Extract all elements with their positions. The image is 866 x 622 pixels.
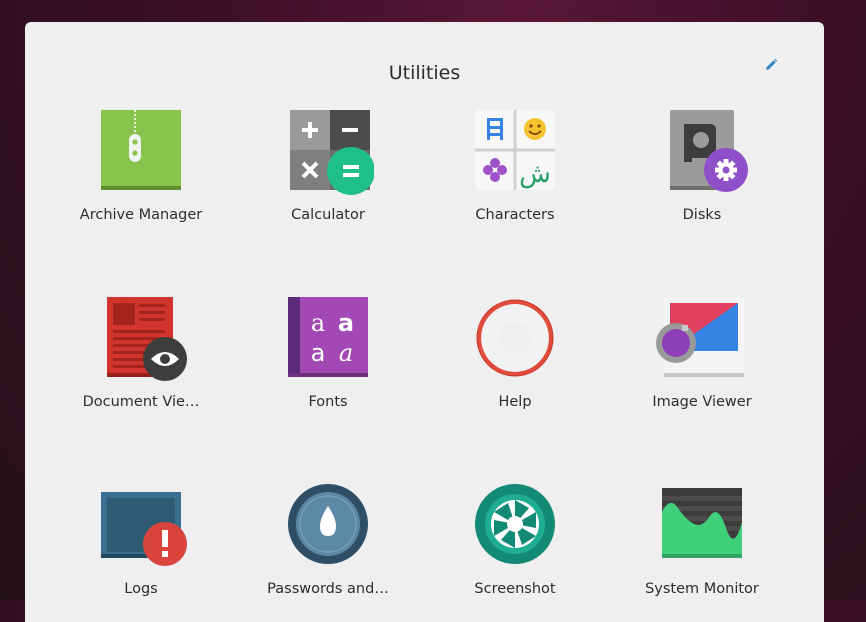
fonts-icon: a a a a — [288, 297, 368, 377]
app-label: Document Vie… — [82, 394, 200, 410]
app-archive-manager[interactable]: Archive Manager — [53, 108, 229, 248]
app-label: Fonts — [308, 394, 348, 410]
app-logs[interactable]: Logs — [53, 482, 229, 622]
app-system-monitor[interactable]: System Monitor — [614, 482, 790, 622]
app-folder-dialog: Utilities Archive Manager Calculator ش C… — [25, 22, 824, 622]
characters-icon: ش — [475, 110, 555, 190]
svg-text:a: a — [311, 309, 325, 337]
disks-icon — [670, 110, 748, 192]
help-lifebuoy-icon — [476, 299, 554, 377]
rename-folder-button[interactable] — [760, 54, 782, 76]
app-label: Calculator — [291, 207, 365, 223]
image-viewer-icon — [656, 297, 744, 377]
app-characters[interactable]: ش Characters — [427, 108, 603, 248]
app-label: Characters — [475, 207, 555, 223]
app-fonts[interactable]: a a a a Fonts — [240, 295, 416, 435]
characters-glyph: ش — [519, 159, 551, 189]
app-calculator[interactable]: Calculator — [240, 108, 416, 248]
calculator-icon — [290, 110, 374, 195]
app-passwords-and-keys[interactable]: Passwords and… — [240, 482, 416, 622]
app-label: Logs — [124, 581, 158, 597]
document-viewer-icon — [107, 297, 187, 381]
passwords-and-keys-icon — [288, 484, 368, 564]
system-monitor-icon — [662, 488, 742, 558]
app-image-viewer[interactable]: Image Viewer — [614, 295, 790, 435]
app-help[interactable]: Help — [427, 295, 603, 435]
screenshot-camera-shutter-icon — [475, 484, 555, 564]
app-disks[interactable]: Disks — [614, 108, 790, 248]
app-label: Archive Manager — [79, 207, 203, 223]
svg-text:a: a — [339, 339, 353, 367]
app-label: Screenshot — [474, 581, 556, 597]
app-label: Disks — [682, 207, 722, 223]
app-label: System Monitor — [645, 581, 759, 597]
app-label: Passwords and… — [267, 581, 389, 597]
app-label: Help — [498, 394, 532, 410]
pencil-icon — [766, 58, 778, 70]
folder-title: Utilities — [388, 62, 461, 84]
svg-text:a: a — [311, 339, 326, 367]
logs-icon — [101, 492, 187, 566]
app-screenshot[interactable]: Screenshot — [427, 482, 603, 622]
svg-text:a: a — [338, 309, 354, 337]
archive-manager-icon — [101, 110, 181, 190]
app-document-viewer[interactable]: Document Vie… — [53, 295, 229, 435]
app-label: Image Viewer — [652, 394, 752, 410]
